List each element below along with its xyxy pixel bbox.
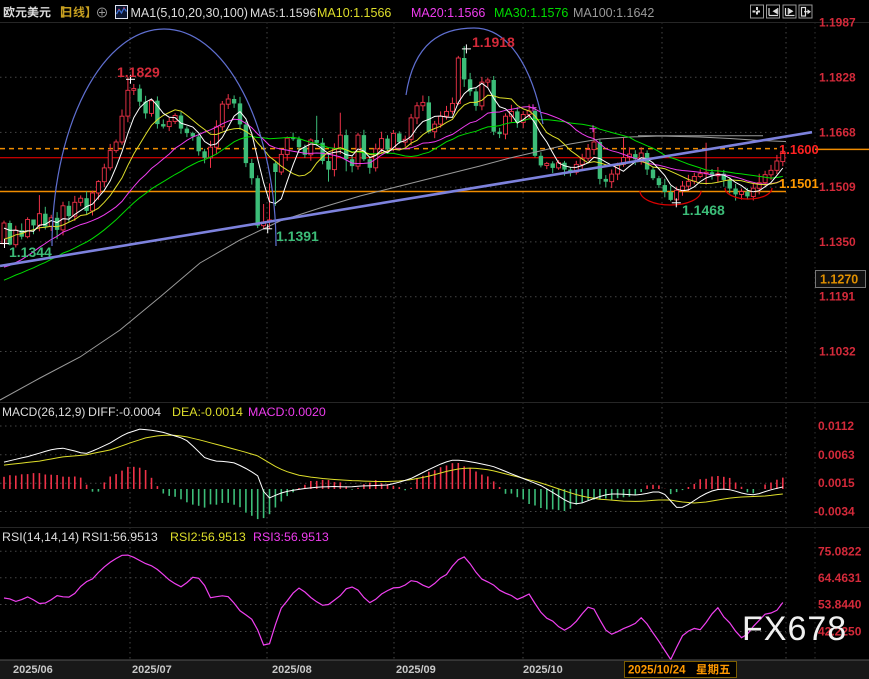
svg-text:1.1668: 1.1668 (819, 125, 856, 139)
svg-text:FX678: FX678 (742, 610, 847, 648)
svg-text:1.1191: 1.1191 (819, 290, 855, 304)
svg-text:1.1468: 1.1468 (682, 202, 725, 218)
svg-text:75.0822: 75.0822 (818, 544, 862, 558)
svg-text:RSI1:56.9513: RSI1:56.9513 (82, 530, 158, 544)
svg-text:MA1(5,10,20,30,100): MA1(5,10,20,30,100) (131, 6, 248, 20)
svg-text:1.1032: 1.1032 (819, 345, 856, 359)
svg-text:1.1391: 1.1391 (276, 228, 319, 244)
svg-text:2025/10/24: 2025/10/24 (628, 665, 686, 677)
svg-text:RSI2:56.9513: RSI2:56.9513 (170, 530, 246, 544)
svg-text:1.1829: 1.1829 (117, 64, 160, 80)
svg-text:1.1600: 1.1600 (779, 142, 819, 157)
svg-text:MA30:1.1576: MA30:1.1576 (494, 6, 568, 20)
svg-text:MA20:1.1566: MA20:1.1566 (411, 6, 485, 20)
svg-text:1.1828: 1.1828 (819, 70, 856, 84)
svg-text:0.0063: 0.0063 (818, 448, 855, 462)
svg-text:1.1987: 1.1987 (819, 16, 856, 30)
svg-text:MA100:1.1642: MA100:1.1642 (573, 6, 654, 20)
svg-text:1.1270: 1.1270 (820, 273, 858, 287)
svg-text:0.0112: 0.0112 (818, 419, 854, 433)
svg-text:MA10:1.1566: MA10:1.1566 (317, 6, 391, 20)
svg-text:MACD:0.0020: MACD:0.0020 (248, 405, 326, 419)
svg-text:RSI(14,14,14): RSI(14,14,14) (2, 530, 79, 544)
svg-text:MACD(26,12,9): MACD(26,12,9) (2, 405, 85, 419)
svg-text:2025/10: 2025/10 (523, 664, 563, 676)
svg-text:MA5:1.1596: MA5:1.1596 (250, 6, 316, 20)
svg-text:1.1350: 1.1350 (819, 235, 856, 249)
svg-text:-0.0034: -0.0034 (814, 505, 855, 519)
svg-text:2025/07: 2025/07 (132, 664, 172, 676)
svg-text:DEA:-0.0014: DEA:-0.0014 (172, 405, 243, 419)
svg-text:64.4631: 64.4631 (818, 571, 862, 585)
svg-text:1.1344: 1.1344 (9, 244, 52, 260)
svg-text:1.1509: 1.1509 (819, 180, 856, 194)
svg-text:2025/08: 2025/08 (272, 664, 312, 676)
svg-text:2025/09: 2025/09 (396, 664, 436, 676)
svg-text:0.0015: 0.0015 (818, 476, 855, 490)
svg-text:1.1918: 1.1918 (472, 34, 515, 50)
svg-text:RSI3:56.9513: RSI3:56.9513 (253, 530, 329, 544)
svg-text:DIFF:-0.0004: DIFF:-0.0004 (88, 405, 161, 419)
svg-text:1.1501: 1.1501 (779, 176, 819, 191)
svg-text:2025/06: 2025/06 (13, 664, 53, 676)
